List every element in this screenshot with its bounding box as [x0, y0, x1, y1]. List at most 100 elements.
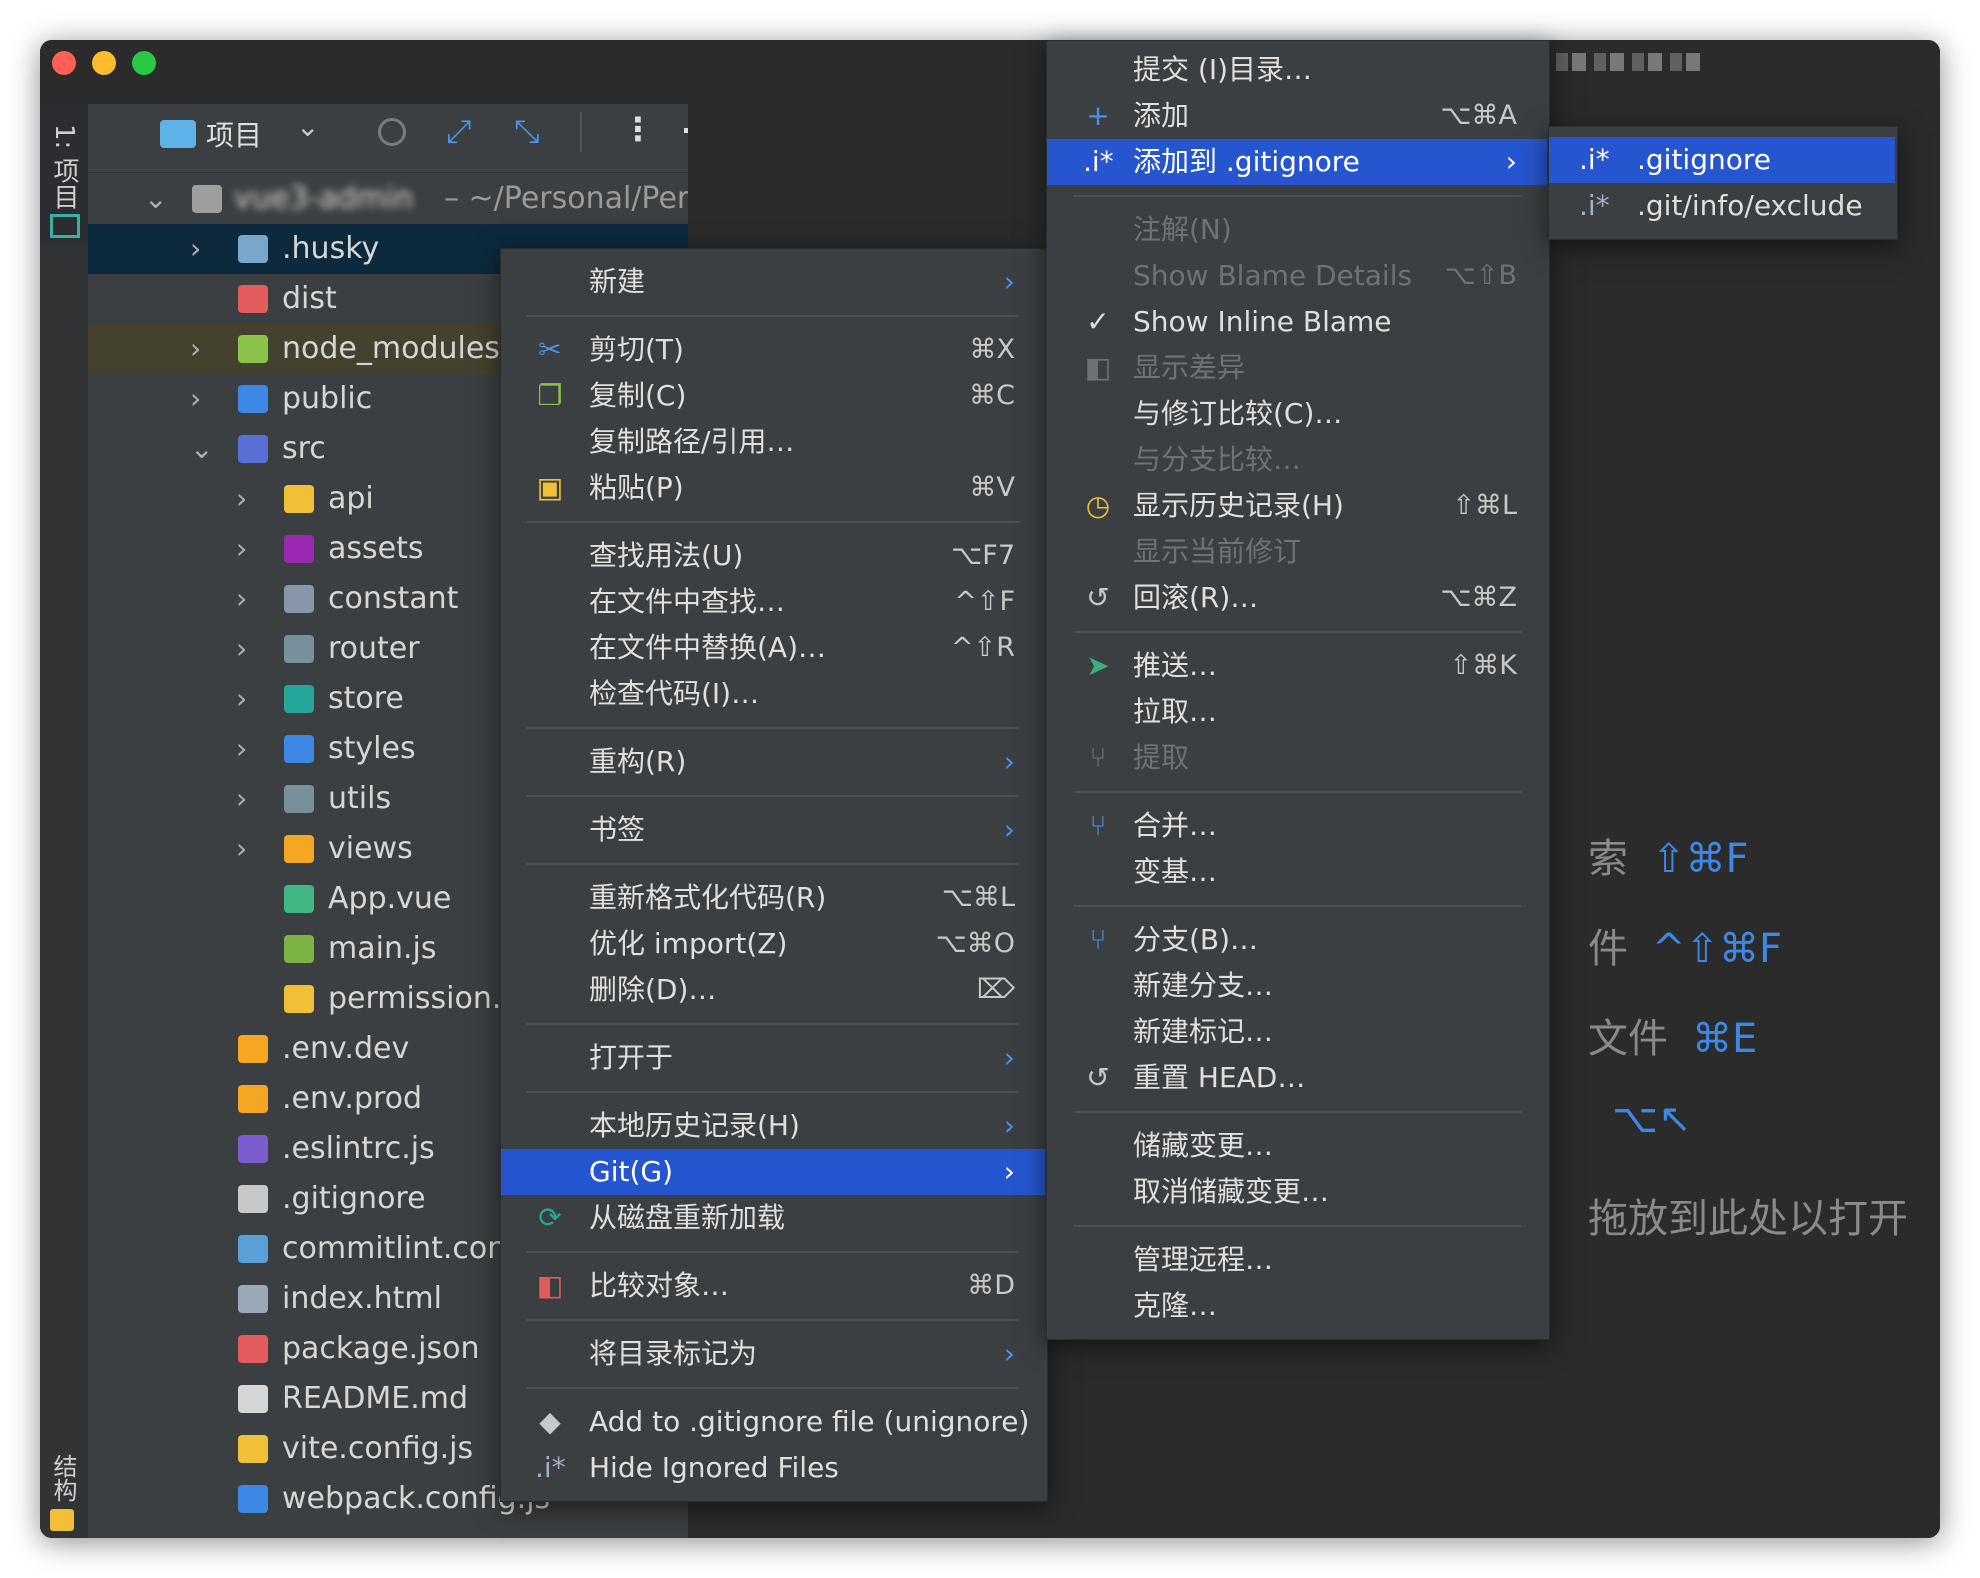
menu-item[interactable]: 删除(D)… ⌦ — [501, 967, 1045, 1013]
project-tool-tab[interactable]: 1: 项目 — [40, 104, 88, 244]
menu-item-label: 分支(B)… — [1133, 923, 1259, 956]
compare-icon: ◧ — [536, 1269, 564, 1302]
menu-item[interactable]: ➤ 推送… ⇧⌘K — [1047, 643, 1547, 689]
tree-item-label: dist — [282, 281, 337, 316]
chevron-right-icon[interactable]: › — [236, 524, 247, 574]
chevron-right-icon[interactable]: › — [190, 374, 201, 424]
menu-item[interactable]: ↺ 重置 HEAD… — [1047, 1055, 1547, 1101]
menu-item[interactable]: 查找用法(U) ⌥F7 — [501, 533, 1045, 579]
menu-item[interactable]: 提交 (I)目录… — [1047, 47, 1547, 93]
menu-item-shortcut: ⌘C — [969, 380, 1015, 411]
menu-item[interactable]: 拉取… — [1047, 689, 1547, 735]
vite-file-icon — [238, 1435, 268, 1463]
menu-item[interactable]: 重构(R) › — [501, 739, 1045, 785]
menu-item[interactable]: 将目录标记为 › — [501, 1331, 1045, 1377]
menu-item[interactable]: ⟳ 从磁盘重新加载 — [501, 1195, 1045, 1241]
project-root-row[interactable]: ⌄ vue3-admin – ~/Personal/Perso — [88, 174, 688, 224]
menu-item[interactable]: 检查代码(I)… — [501, 671, 1045, 717]
menu-item[interactable]: 新建 › — [501, 259, 1045, 305]
left-tool-strip: 1: 项目 结构 — [40, 104, 88, 1538]
menu-item-label: 提取 — [1133, 741, 1190, 774]
menu-item[interactable]: ✂ 剪切(T) ⌘X — [501, 327, 1045, 373]
menu-item-shortcut: ⌥⌘Z — [1440, 582, 1517, 613]
menu-item[interactable]: 打开于 › — [501, 1035, 1045, 1081]
menu-item[interactable]: 新建标记… — [1047, 1009, 1547, 1055]
chevron-right-icon[interactable]: › — [236, 674, 247, 724]
more-options-icon[interactable]: ⋮ — [622, 110, 654, 148]
expand-all-icon[interactable]: ⤢ — [446, 112, 472, 151]
menu-item[interactable]: 本地历史记录(H) › — [501, 1103, 1045, 1149]
menu-item[interactable]: 在文件中查找… ^⇧F — [501, 579, 1045, 625]
menu-item[interactable]: ⑂ 合并… — [1047, 803, 1547, 849]
rollback-icon: ↺ — [1086, 581, 1110, 614]
close-window-button[interactable] — [52, 51, 76, 75]
menu-item-shortcut: ⌘X — [969, 334, 1016, 365]
menu-item[interactable]: ↺ 回滚(R)… ⌥⌘Z — [1047, 575, 1547, 621]
menu-separator — [1073, 631, 1521, 633]
submenu-arrow-icon: › — [1003, 745, 1015, 778]
submenu-arrow-icon: › — [1505, 145, 1517, 178]
locate-target-icon[interactable] — [378, 118, 406, 146]
menu-item[interactable]: 优化 import(Z) ⌥⌘O — [501, 921, 1045, 967]
project-root-name: vue3-admin — [234, 181, 414, 216]
chevron-right-icon[interactable]: › — [190, 224, 201, 274]
menu-item[interactable]: ✓ Show Inline Blame — [1047, 299, 1547, 345]
menu-item[interactable]: 变基… — [1047, 849, 1547, 895]
menu-item[interactable]: 管理远程… — [1047, 1237, 1547, 1283]
menu-item[interactable]: 与修订比较(C)… — [1047, 391, 1547, 437]
menu-item-label: 新建标记… — [1133, 1015, 1274, 1048]
menu-item-label: 提交 (I)目录… — [1133, 53, 1313, 86]
menu-item[interactable]: .i* Hide Ignored Files — [501, 1445, 1045, 1491]
collapse-all-icon[interactable]: ⤡ — [514, 112, 540, 151]
ignore-icon: .i* — [1579, 143, 1610, 176]
menu-item[interactable]: 重新格式化代码(R) ⌥⌘L — [501, 875, 1045, 921]
chevron-down-icon[interactable]: ⌄ — [144, 174, 167, 224]
menu-item[interactable]: .i* .gitignore — [1549, 137, 1895, 183]
menu-item[interactable]: ▣ 粘贴(P) ⌘V — [501, 465, 1045, 511]
menu-item[interactable]: .i* 添加到 .gitignore › — [1047, 139, 1547, 185]
menu-item[interactable]: 取消储藏变更… — [1047, 1169, 1547, 1215]
menu-item[interactable]: 克隆… — [1047, 1283, 1547, 1329]
chevron-right-icon[interactable]: › — [236, 774, 247, 824]
menu-item: ⑂ 提取 — [1047, 735, 1547, 781]
folder-store-icon — [284, 685, 314, 713]
project-view-selector[interactable]: 项目 — [206, 114, 262, 154]
structure-tool-tab[interactable]: 结构 — [46, 1454, 81, 1502]
editor-hint-shortcut: ⌥↖ — [1612, 1096, 1692, 1142]
menu-item-label: 本地历史记录(H) — [589, 1109, 800, 1142]
chevron-right-icon[interactable]: › — [236, 824, 247, 874]
chevron-down-icon[interactable]: ⌄ — [190, 424, 213, 474]
chevron-right-icon[interactable]: › — [236, 474, 247, 524]
zoom-window-button[interactable] — [132, 51, 156, 75]
menu-item[interactable]: Git(G) › — [501, 1149, 1045, 1195]
menu-item[interactable]: 书签 › — [501, 807, 1045, 853]
menu-item: 与分支比较… — [1047, 437, 1547, 483]
menu-item[interactable]: ◷ 显示历史记录(H) ⇧⌘L — [1047, 483, 1547, 529]
menu-item[interactable]: 在文件中替换(A)… ^⇧R — [501, 625, 1045, 671]
project-panel-icon — [50, 214, 80, 238]
menu-item[interactable]: .i* .git/info/exclude — [1549, 183, 1895, 229]
menu-item-label: 变基… — [1133, 855, 1218, 888]
chevron-right-icon[interactable]: › — [236, 624, 247, 674]
ignore-icon: .i* — [1083, 145, 1114, 178]
chevron-down-icon[interactable]: ⌄ — [296, 110, 319, 143]
menu-separator — [527, 1387, 1019, 1389]
menu-item-label: 在文件中查找… — [589, 585, 786, 618]
menu-item[interactable]: 复制路径/引用… — [501, 419, 1045, 465]
reset-icon: ↺ — [1086, 1061, 1110, 1094]
menu-item[interactable]: ◧ 比较对象… ⌘D — [501, 1263, 1045, 1309]
chevron-right-icon[interactable]: › — [190, 324, 201, 374]
menu-item[interactable]: 新建分支… — [1047, 963, 1547, 1009]
chevron-right-icon[interactable]: › — [236, 574, 247, 624]
editor-hint-shortcut: ⌘E — [1692, 1016, 1758, 1062]
menu-item[interactable]: ⑂ 分支(B)… — [1047, 917, 1547, 963]
menu-item[interactable]: 储藏变更… — [1047, 1123, 1547, 1169]
menu-separator — [527, 727, 1019, 729]
npm-file-icon — [238, 1335, 268, 1363]
menu-item[interactable]: ◆ Add to .gitignore file (unignore) — [501, 1399, 1045, 1445]
menu-item[interactable]: + 添加 ⌥⌘A — [1047, 93, 1547, 139]
menu-item[interactable]: ❐ 复制(C) ⌘C — [501, 373, 1045, 419]
menu-item-label: .gitignore — [1637, 143, 1771, 176]
chevron-right-icon[interactable]: › — [236, 724, 247, 774]
minimize-window-button[interactable] — [92, 51, 116, 75]
